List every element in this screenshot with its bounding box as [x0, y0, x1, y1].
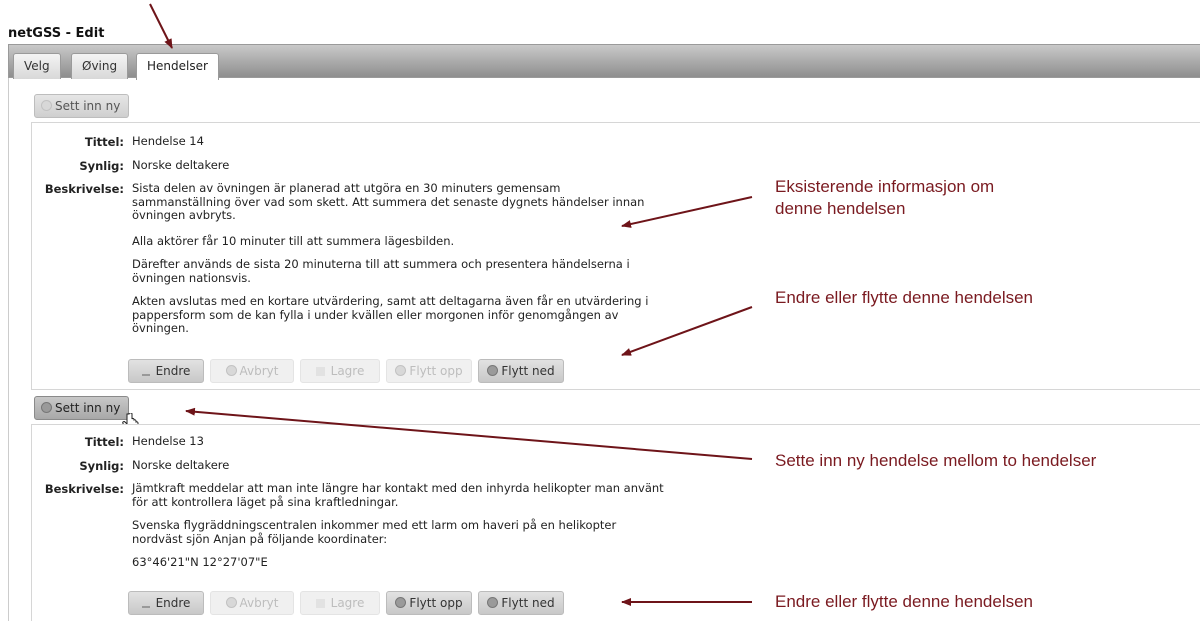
annotation-arrows [149, 3, 753, 606]
arrow-to-event-14-actions [621, 306, 753, 356]
arrow-to-insert-button [185, 407, 753, 460]
arrow-to-event-14-info [621, 196, 753, 228]
arrow-to-hendelser-tab [149, 3, 173, 49]
